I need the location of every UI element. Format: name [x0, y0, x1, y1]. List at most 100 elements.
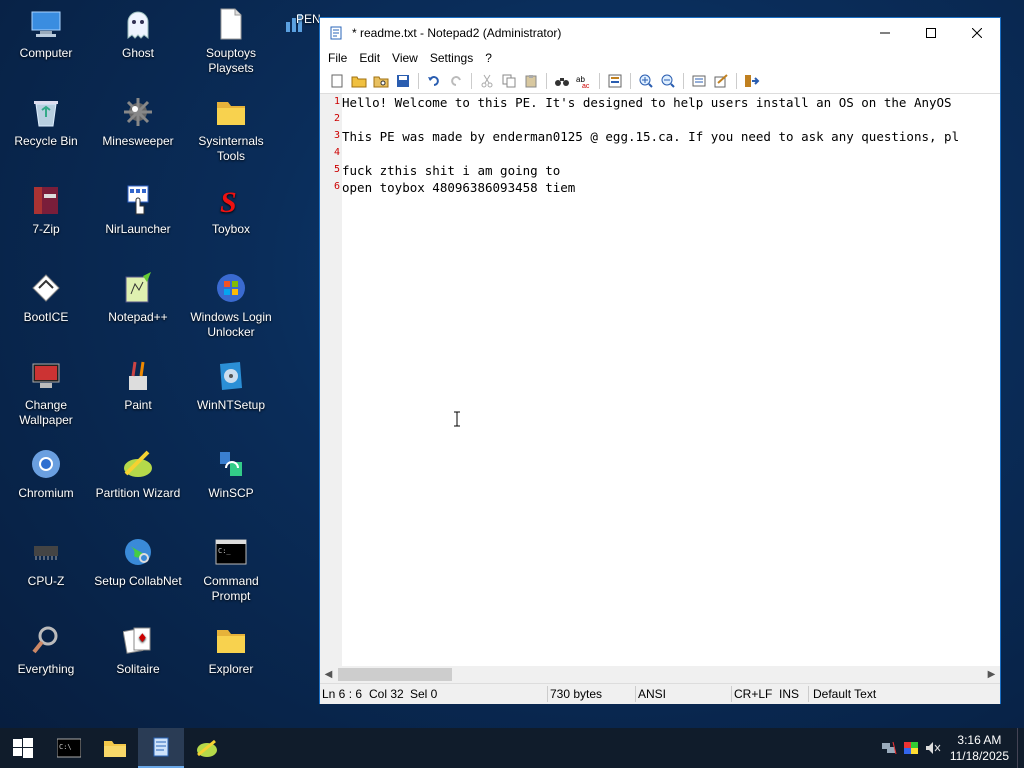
paste-icon[interactable] — [520, 71, 542, 91]
desktop-icon-command-prompt[interactable]: C:_ Command Prompt — [185, 528, 277, 604]
scrollbar-thumb[interactable] — [338, 668, 452, 681]
desktop-icon-recycle-bin[interactable]: Recycle Bin — [0, 88, 92, 149]
menu-edit[interactable]: Edit — [353, 51, 386, 65]
line-number: 3 — [333, 130, 340, 141]
replace-icon[interactable]: ab ac — [573, 71, 595, 91]
desktop-icon-change-wallpaper[interactable]: Change Wallpaper — [0, 352, 92, 428]
save-icon[interactable] — [392, 71, 414, 91]
menu-view[interactable]: View — [386, 51, 424, 65]
volume-muted-icon[interactable] — [922, 741, 944, 755]
text-editor[interactable]: 1 2 3 4 5 6 Hello! Welcome to this PE. I… — [320, 94, 1000, 666]
desktop-icon-paint[interactable]: Paint — [92, 352, 184, 413]
start-button[interactable] — [0, 728, 46, 768]
copy-icon[interactable] — [498, 71, 520, 91]
windows-logo-icon — [213, 270, 249, 306]
menu-file[interactable]: File — [322, 51, 353, 65]
status-scheme[interactable]: Default Text — [809, 686, 909, 702]
cpu-icon — [28, 534, 64, 570]
desktop-icon-everything[interactable]: Everything — [0, 616, 92, 677]
text-line[interactable]: fuck zthis shit i am going to — [342, 163, 560, 178]
desktop-icon-solitaire[interactable]: ♦ Solitaire — [92, 616, 184, 677]
undo-icon[interactable] — [423, 71, 445, 91]
desktop-icon-chromium[interactable]: Chromium — [0, 440, 92, 501]
svg-text:C:\: C:\ — [59, 743, 72, 751]
taskbar-partition-wizard[interactable] — [184, 728, 230, 768]
text-line[interactable]: open toybox 48096386093458 tiem — [342, 180, 575, 195]
browse-icon[interactable] — [370, 71, 392, 91]
toolbar: ab ac — [320, 69, 1000, 94]
desktop-icon-label: Command Prompt — [203, 574, 259, 603]
scroll-right-icon[interactable]: ▶ — [983, 666, 1000, 683]
desktop-icon-setup-collabnet[interactable]: Setup CollabNet — [92, 528, 184, 589]
notepad2-icon — [328, 25, 344, 41]
text-area[interactable]: Hello! Welcome to this PE. It's designed… — [342, 94, 1000, 666]
taskbar-explorer[interactable] — [92, 728, 138, 768]
scroll-left-icon[interactable]: ◀ — [320, 666, 337, 683]
taskbar-cmd[interactable]: C:\ — [46, 728, 92, 768]
close-button[interactable] — [954, 18, 1000, 47]
taskbar: C:\ 3:16 AM 11/18/2025 — [0, 728, 1024, 768]
redo-icon[interactable] — [445, 71, 467, 91]
desktop-icon-notepad[interactable]: Notepad++ — [92, 264, 184, 325]
desktop-icon-label: Ghost — [121, 46, 154, 60]
desktop-icon-computer[interactable]: Computer — [0, 0, 92, 61]
title-bar[interactable]: * readme.txt - Notepad2 (Administrator) — [320, 18, 1000, 47]
network-icon[interactable] — [878, 741, 900, 755]
desktop-icon-windows-login-unlocker[interactable]: Windows Login Unlocker — [185, 264, 277, 340]
desktop-icon-nirlauncher[interactable]: NirLauncher — [92, 176, 184, 237]
maximize-button[interactable] — [908, 18, 954, 47]
line-number: 4 — [333, 147, 340, 158]
notepad2-icon — [153, 737, 169, 757]
zoom-out-icon[interactable] — [657, 71, 679, 91]
desktop-icon-explorer[interactable]: Explorer — [185, 616, 277, 677]
minimize-button[interactable] — [862, 18, 908, 47]
desktop-icon-ghost[interactable]: Ghost — [92, 0, 184, 61]
new-file-icon[interactable] — [326, 71, 348, 91]
scheme-icon[interactable] — [688, 71, 710, 91]
show-desktop-button[interactable] — [1017, 728, 1024, 768]
zoom-in-icon[interactable] — [635, 71, 657, 91]
cut-icon[interactable] — [476, 71, 498, 91]
desktop-icon-partition-wizard[interactable]: Partition Wizard — [92, 440, 184, 501]
desktop-icon-label: Chromium — [18, 486, 74, 500]
toolbar-separator — [599, 73, 600, 89]
desktop-icon-minesweeper[interactable]: Minesweeper — [92, 88, 184, 149]
svg-text:S: S — [220, 186, 237, 216]
desktop-icon-label: Partition Wizard — [95, 486, 181, 500]
customize-scheme-icon[interactable] — [710, 71, 732, 91]
status-eol[interactable]: CR+LF — [732, 686, 777, 702]
exit-icon[interactable] — [741, 71, 763, 91]
text-line[interactable]: Hello! Welcome to this PE. It's designed… — [342, 95, 952, 110]
toolbar-separator — [630, 73, 631, 89]
archive-icon — [28, 182, 64, 218]
horizontal-scrollbar[interactable]: ◀ ▶ — [320, 666, 1000, 683]
status-bar: Ln 6 : 6 Col 32 Sel 0 730 bytes ANSI CR+… — [320, 683, 1000, 704]
status-encoding[interactable]: ANSI — [636, 686, 732, 702]
desktop-icon-toybox[interactable]: S Toybox — [185, 176, 277, 237]
cmd-icon: C:\ — [57, 738, 81, 758]
desktop-icon-souptoys-playsets[interactable]: Souptoys Playsets — [185, 0, 277, 76]
menu-settings[interactable]: Settings — [424, 51, 479, 65]
text-line[interactable]: This PE was made by enderman0125 @ egg.1… — [342, 129, 959, 144]
word-wrap-icon[interactable] — [604, 71, 626, 91]
desktop-icon-winscp[interactable]: WinSCP — [185, 440, 277, 501]
file-icon — [213, 6, 249, 42]
desktop-icon-cpu-z[interactable]: CPU-Z — [0, 528, 92, 589]
menu-help[interactable]: ? — [479, 51, 498, 65]
desktop-icon-7-zip[interactable]: 7-Zip — [0, 176, 92, 237]
desktop-icon-winntsetup[interactable]: WinNTSetup — [185, 352, 277, 413]
notepad2-window[interactable]: * readme.txt - Notepad2 (Administrator) … — [319, 17, 1001, 704]
text-cursor-icon — [452, 410, 462, 428]
display-icon[interactable] — [900, 741, 922, 755]
find-icon[interactable] — [551, 71, 573, 91]
status-mode[interactable]: INS — [777, 686, 809, 702]
open-folder-icon[interactable] — [348, 71, 370, 91]
line-number-gutter: 1 2 3 4 5 6 — [320, 94, 342, 666]
taskbar-notepad2[interactable] — [138, 728, 184, 768]
partition-icon — [120, 446, 156, 482]
desktop-icon-sysinternals-tools[interactable]: Sysinternals Tools — [185, 88, 277, 164]
desktop-icon-label: WinNTSetup — [196, 398, 266, 412]
ghost-icon — [120, 6, 156, 42]
desktop-icon-bootice[interactable]: BootICE — [0, 264, 92, 325]
clock[interactable]: 3:16 AM 11/18/2025 — [950, 732, 1009, 764]
